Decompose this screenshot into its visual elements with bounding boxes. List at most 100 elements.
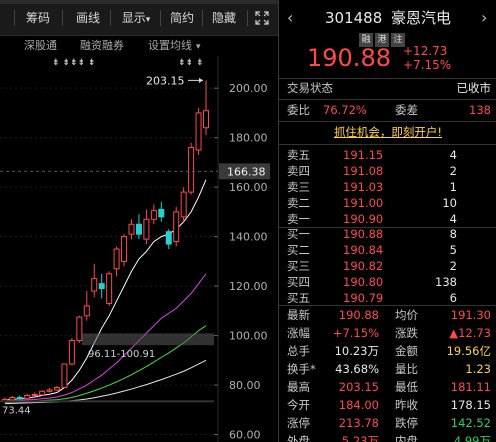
price-tick-label: 200.00: [229, 82, 268, 95]
toolbar-separator: [247, 10, 248, 26]
bid-level-row[interactable]: 买一 190.88 8: [279, 226, 496, 243]
stat-label: 今开: [287, 398, 310, 412]
stat-label: 均价: [395, 308, 418, 322]
range-band: [82, 333, 214, 346]
price-tick-label: 140.00: [229, 231, 268, 244]
candle-down: [16, 396, 23, 400]
candle-up: [121, 236, 128, 262]
stat-value: 4.99万: [453, 434, 491, 442]
stats-row: 最新 190.88 均价 191.30: [279, 307, 496, 324]
high-label: 203.15: [146, 74, 185, 87]
back-button[interactable]: ‹: [287, 8, 293, 27]
ask-level-volume: 1: [449, 180, 457, 194]
price-tick-label: 180.00: [229, 132, 268, 145]
candle-up: [9, 396, 16, 401]
margin-trading-toggle[interactable]: 融资融券: [80, 38, 124, 54]
bid-level-price: 190.80: [343, 275, 384, 289]
draw-line-button[interactable]: 画线: [70, 8, 106, 28]
ask-level-row[interactable]: 卖三 191.03 1: [279, 179, 496, 196]
price-grid: [0, 87, 214, 436]
candle-up: [113, 248, 120, 270]
divider: [279, 305, 496, 306]
stat-value: ▲12.73: [449, 326, 491, 340]
arrow-head-icon: [199, 77, 203, 83]
stat-value: 190.88: [338, 308, 379, 322]
bid-level-volume: 2: [449, 259, 457, 273]
toolbar-separator: [14, 10, 15, 26]
promo-banner[interactable]: 抓住机会，即刻开户!: [279, 124, 496, 141]
stat-label: 跌停: [395, 416, 418, 430]
current-price-label: 166.38: [227, 165, 266, 178]
candlestick-chart[interactable]: 200.00 180.00 160.00 140.00 120.00 100.00 80.0…: [0, 56, 278, 442]
divider: [279, 78, 496, 79]
candle-up: [173, 211, 180, 243]
ma-settings-dropdown[interactable]: 设置均线 ▾: [148, 38, 201, 55]
candle-up: [203, 110, 209, 129]
bid-level-label: 买三: [287, 259, 310, 273]
divider: [279, 99, 496, 100]
candle-up: [188, 147, 195, 193]
candle-up: [150, 210, 157, 220]
order-ratio-row: 委比 76.72% 委差 138: [279, 102, 496, 119]
candle-up: [68, 340, 75, 365]
trading-status-row: 交易状态 已收市: [279, 80, 496, 97]
stat-value: 43.68%: [335, 362, 379, 376]
simple-mode-button[interactable]: 简约: [164, 8, 200, 28]
stat-label: 量比: [395, 362, 418, 376]
hk-connect-toggle[interactable]: 深股通: [24, 38, 57, 54]
stat-value: 1.23: [465, 362, 491, 376]
toolbar-separator: [160, 10, 161, 26]
ask-level-row[interactable]: 卖五 191.15 4: [279, 147, 496, 164]
candle-up: [61, 363, 68, 389]
candle-up: [180, 191, 187, 218]
quote-header: ‹ 301488 豪恩汽电 融港注 190.88 +12.73 +7.15% ›: [279, 0, 496, 78]
hide-button[interactable]: 隐藏: [206, 8, 242, 28]
weicha-value: 138: [469, 103, 491, 117]
stat-label: 最新: [287, 308, 310, 322]
stock-title: 301488 豪恩汽电: [325, 7, 451, 28]
ask-level-row[interactable]: 卖四 191.08 2: [279, 163, 496, 180]
stat-label: 最低: [395, 380, 418, 394]
candle-up: [54, 387, 60, 391]
bid-level-row[interactable]: 买四 190.80 138: [279, 274, 496, 291]
price-change-pct: +7.15%: [403, 58, 452, 72]
candle-down: [165, 231, 172, 245]
bid-level-volume: 138: [435, 275, 457, 289]
chevron-down-icon: ▾: [196, 42, 201, 52]
low-label: 73.44: [2, 405, 31, 416]
ask-level-price: 191.00: [343, 196, 384, 210]
price-tick-label: 80.00: [229, 379, 261, 392]
stat-label: 外盘: [287, 434, 310, 442]
display-label: 显示: [121, 11, 146, 25]
top-strip: [0, 0, 278, 4]
price-tick-label: 60.00: [229, 429, 261, 442]
bid-level-row[interactable]: 买三 190.82 2: [279, 258, 496, 275]
stats-row: 换手* 43.68% 量比 1.23: [279, 361, 496, 378]
chart-canvas: 200.00 180.00 160.00 140.00 120.00 100.00 80.0…: [0, 56, 270, 442]
stock-code: 301488: [325, 9, 383, 27]
promo-link[interactable]: 抓住机会，即刻开户!: [334, 125, 442, 139]
fullscreen-button[interactable]: [252, 8, 272, 28]
stat-value: 191.30: [450, 308, 491, 322]
chips-button[interactable]: 筹码: [20, 8, 56, 28]
display-dropdown[interactable]: 显示▾: [114, 8, 158, 28]
stat-label: 内盘: [395, 434, 418, 442]
stat-label: 最高: [287, 380, 310, 394]
ask-level-label: 卖三: [287, 180, 310, 194]
stat-label: 昨收: [395, 398, 418, 412]
stat-value: 184.00: [338, 398, 379, 412]
next-stock-button[interactable]: ›: [481, 8, 487, 27]
candle-up: [195, 112, 202, 151]
bid-level-row[interactable]: 买二 190.84 5: [279, 242, 496, 259]
divider: [279, 144, 496, 145]
weibi-value: 76.72%: [323, 103, 367, 117]
ask-level-row[interactable]: 卖二 191.00 10: [279, 195, 496, 212]
stats-row: 今开 184.00 昨收 178.15: [279, 397, 496, 414]
low-line: [0, 400, 214, 403]
stat-value: +7.15%: [332, 326, 379, 340]
stat-value: 142.52: [450, 416, 491, 430]
candle-up: [91, 278, 98, 292]
candle-up: [46, 389, 53, 392]
stat-value: 10.23万: [334, 344, 379, 358]
event-markers: ⇟ ⇟⇟⇟ ⇟: [52, 58, 95, 68]
